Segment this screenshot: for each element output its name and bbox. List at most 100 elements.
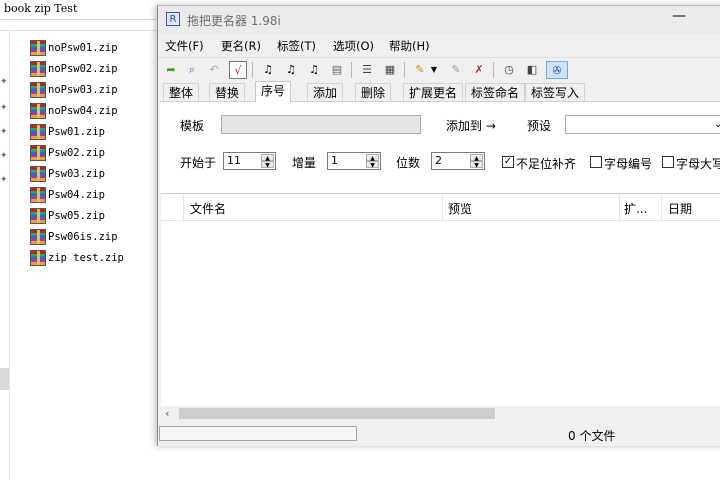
file-item[interactable]: Psw04.zip xyxy=(30,184,124,205)
add-to-button[interactable]: 添加到 → xyxy=(446,117,496,134)
pen-icon[interactable]: ✎ xyxy=(411,61,429,79)
increment-label: 增量 xyxy=(292,156,317,170)
spin-down-icon[interactable]: ▼ xyxy=(470,161,483,169)
letter-number-checkbox[interactable] xyxy=(590,156,602,168)
file-name: noPsw01.zip xyxy=(48,41,118,54)
pin-icon[interactable]: ✦ xyxy=(0,77,8,87)
spin-up-icon[interactable]: ▲ xyxy=(366,154,379,162)
file-item[interactable]: Psw06is.zip xyxy=(30,226,124,247)
zip-archive-icon xyxy=(30,39,46,56)
pin-icon[interactable]: ✦ xyxy=(0,175,8,185)
scrollbar-thumb[interactable] xyxy=(179,408,495,419)
list-icon[interactable]: ☰ xyxy=(358,61,376,79)
uppercase-checkbox[interactable] xyxy=(662,156,674,168)
toolbar-separator xyxy=(252,62,253,78)
tab-delete[interactable]: 删除 xyxy=(355,83,392,101)
search-icon[interactable]: ⌕ xyxy=(183,61,201,79)
horizontal-scrollbar[interactable]: ‹ xyxy=(161,406,720,421)
tab-overall[interactable]: 整体 xyxy=(163,83,200,101)
dropdown-arrow-icon[interactable]: ▼ xyxy=(428,61,440,79)
template-label: 模板 xyxy=(180,119,205,133)
document-icon[interactable]: ▦ xyxy=(381,61,399,79)
file-item[interactable]: noPsw03.zip xyxy=(30,79,124,100)
file-name: Psw02.zip xyxy=(48,146,105,159)
pad-checkbox[interactable]: ✓ xyxy=(502,156,514,168)
start-value: 11 xyxy=(227,154,241,167)
spin-up-icon[interactable]: ▲ xyxy=(261,154,274,162)
file-name: noPsw02.zip xyxy=(48,62,118,75)
nav-selection-highlight xyxy=(0,368,9,390)
eraser-icon[interactable]: ✎ xyxy=(447,61,465,79)
scroll-left-icon[interactable]: ‹ xyxy=(165,406,169,421)
tab-ext-rename[interactable]: 扩展更名 xyxy=(403,83,464,101)
open-folder-icon[interactable]: ➦ xyxy=(162,61,180,79)
spin-up-icon[interactable]: ▲ xyxy=(470,154,483,162)
preset-dropdown[interactable]: ⌄ xyxy=(565,115,720,134)
file-item[interactable]: Psw05.zip xyxy=(30,205,124,226)
tab-replace[interactable]: 替换 xyxy=(209,83,246,101)
chevron-down-icon: ⌄ xyxy=(714,119,720,130)
digits-spinner[interactable]: 2 ▲ ▼ xyxy=(431,152,485,170)
file-item[interactable]: noPsw02.zip xyxy=(30,58,124,79)
undo-icon[interactable]: ↶ xyxy=(205,61,223,79)
pin-icon[interactable]: ✦ xyxy=(0,151,8,161)
start-label: 开始于 xyxy=(180,156,217,170)
file-item[interactable]: Psw03.zip xyxy=(30,163,124,184)
column-divider[interactable] xyxy=(619,194,620,220)
tab-tag-write[interactable]: 标签写入 xyxy=(525,83,586,101)
tag-write-icon[interactable]: ♫ xyxy=(282,61,300,79)
increment-value: 1 xyxy=(331,154,338,167)
view-icon[interactable]: ◧ xyxy=(523,61,541,79)
column-divider[interactable] xyxy=(661,194,662,220)
title-bar[interactable]: R 拖把更名器 1.98i — xyxy=(158,6,720,34)
pad-label: 不足位补齐 xyxy=(516,157,577,171)
spin-down-icon[interactable]: ▼ xyxy=(366,161,379,169)
file-name: Psw06is.zip xyxy=(48,230,118,243)
pin-icon[interactable]: ✦ xyxy=(0,127,8,137)
file-item[interactable]: Psw01.zip xyxy=(30,121,124,142)
file-item[interactable]: Psw02.zip xyxy=(30,142,124,163)
toolbar-separator xyxy=(351,62,352,78)
column-divider[interactable] xyxy=(442,194,443,220)
file-list: noPsw01.zip noPsw02.zip noPsw03.zip noPsw04… xyxy=(30,37,124,268)
clear-icon[interactable]: ✗ xyxy=(470,61,488,79)
tag-copy-icon[interactable]: ♫ xyxy=(305,61,323,79)
digits-value: 2 xyxy=(435,154,442,167)
column-extension[interactable]: 扩... xyxy=(624,200,647,217)
file-item[interactable]: zip test.zip xyxy=(30,247,124,268)
toolbar-separator xyxy=(404,62,405,78)
menu-help[interactable]: 帮助(H) xyxy=(389,38,430,54)
menu-rename[interactable]: 更名(R) xyxy=(221,38,261,54)
tag-read-icon[interactable]: ♫ xyxy=(259,61,277,79)
list-header: 文件名 预览 扩... 日期 xyxy=(161,194,720,221)
column-preview[interactable]: 预览 xyxy=(448,200,472,217)
tag-paste-icon[interactable]: ▤ xyxy=(328,61,346,79)
increment-spinner[interactable]: 1 ▲ ▼ xyxy=(327,152,381,170)
tab-sequence[interactable]: 序号 xyxy=(255,81,292,102)
template-field[interactable] xyxy=(221,115,421,134)
column-filename[interactable]: 文件名 xyxy=(190,200,226,217)
explorer-nav-divider xyxy=(9,30,10,480)
zip-archive-icon xyxy=(30,81,46,98)
spin-down-icon[interactable]: ▼ xyxy=(261,161,274,169)
start-spinner[interactable]: 11 ▲ ▼ xyxy=(223,152,276,170)
menu-options[interactable]: 选项(O) xyxy=(333,38,374,54)
zip-archive-icon xyxy=(30,249,46,266)
tab-tag-naming[interactable]: 标签命名 xyxy=(465,83,526,101)
file-item[interactable]: noPsw01.zip xyxy=(30,37,124,58)
zip-archive-icon xyxy=(30,144,46,161)
file-listview[interactable]: 文件名 预览 扩... 日期 ‹ xyxy=(161,193,720,421)
clock-icon[interactable]: ◷ xyxy=(500,61,518,79)
folder-title: book zip Test xyxy=(4,2,78,15)
apply-check-icon[interactable]: √ xyxy=(229,61,247,79)
minimize-button[interactable]: — xyxy=(672,8,686,24)
settings-icon[interactable]: ✇ xyxy=(546,61,568,79)
menu-tags[interactable]: 标签(T) xyxy=(277,38,316,54)
status-bar: 0 个文件 xyxy=(158,423,720,444)
column-date[interactable]: 日期 xyxy=(668,200,692,217)
menu-file[interactable]: 文件(F) xyxy=(165,38,204,54)
tab-add[interactable]: 添加 xyxy=(307,83,344,101)
pin-icon[interactable]: ✦ xyxy=(0,103,8,113)
file-item[interactable]: noPsw04.zip xyxy=(30,100,124,121)
column-divider[interactable] xyxy=(183,194,184,220)
